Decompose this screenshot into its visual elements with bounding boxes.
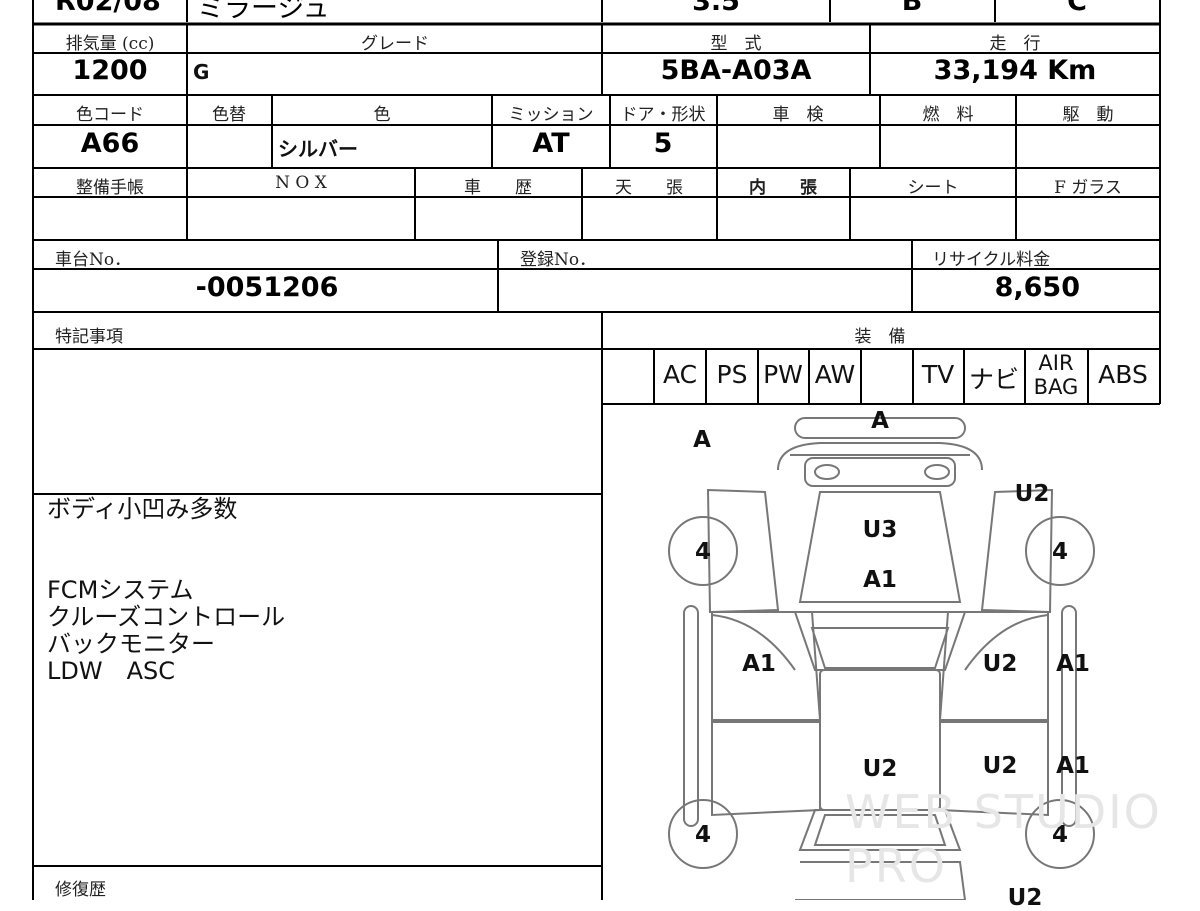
fuel-label: 燃 料 — [922, 105, 974, 125]
equipment-item-pw: PW — [763, 360, 803, 389]
grade-label: グレード — [361, 34, 429, 54]
nox-label: N O X — [275, 173, 327, 193]
note-line: LDW ASC — [47, 657, 175, 685]
note-line: バックモニター — [47, 630, 215, 658]
color-code-label: 色コード — [76, 105, 144, 125]
date-value: R02/08 — [55, 0, 161, 17]
mileage-label: 走 行 — [989, 34, 1041, 54]
equipment-item-airbag: AIR BAG — [1033, 351, 1079, 399]
repair-history-label: 修復歴 — [55, 880, 106, 900]
model-code-label: 型 式 — [710, 34, 762, 54]
wheel-rear-left: 4 — [694, 822, 712, 848]
chassis-number-value: -0051206 — [195, 272, 339, 303]
damage-right-front-door: U2 — [982, 651, 1018, 677]
mileage-value: 33,194 Km — [933, 55, 1097, 86]
score-value: 3.5 — [692, 0, 740, 17]
transmission-label: ミッション — [508, 105, 594, 125]
color-code-value: A66 — [80, 128, 140, 159]
damage-left-front-door: A1 — [742, 651, 776, 677]
damage-front-left: A — [693, 427, 711, 453]
recycle-fee-label: リサイクル料金 — [932, 250, 1051, 270]
equipment-item-aw: AW — [814, 360, 856, 389]
note-line: クルーズコントロール — [47, 603, 286, 631]
color-value: シルバー — [278, 137, 358, 161]
exterior-grade-value: C — [1067, 0, 1087, 17]
damage-windshield: U3 — [862, 517, 898, 543]
displacement-value: 1200 — [72, 55, 148, 86]
inspection-label: 車 検 — [772, 105, 824, 125]
door-value: 5 — [653, 128, 673, 159]
equipment-label: 装 備 — [854, 327, 906, 347]
recycle-fee-value: 8,650 — [994, 272, 1080, 303]
interior-trim-label: 内 張 — [749, 178, 817, 198]
wheel-front-left: 4 — [694, 539, 712, 565]
transmission-value: AT — [532, 128, 570, 159]
damage-roof: U2 — [862, 756, 898, 782]
watermark: WEB STUDIO PRO — [845, 785, 1162, 893]
seat-label: シート — [907, 178, 959, 198]
equipment-item-abs: ABS — [1098, 360, 1148, 389]
color-label: 色 — [373, 105, 391, 125]
chassis-number-label: 車台No． — [55, 250, 132, 270]
damage-right-front-door-lower: A1 — [1056, 651, 1090, 677]
car-inspection-diagram — [668, 417, 1095, 900]
registration-number-label: 登録No． — [520, 250, 597, 270]
maintenance-book-label: 整備手帳 — [76, 178, 144, 198]
wheel-front-right: 4 — [1051, 539, 1069, 565]
drive-label: 駆 動 — [1062, 105, 1114, 125]
damage-right-rear-door-lower: A1 — [1056, 753, 1090, 779]
grade-value: G — [193, 60, 210, 84]
door-shape-label: ドア・形状 — [620, 105, 706, 125]
equipment-item-ps: PS — [716, 360, 748, 389]
note-line: ボディ小凹み多数 — [47, 495, 238, 523]
equipment-item-tv: TV — [921, 360, 955, 389]
damage-right-rear-door: U2 — [982, 753, 1018, 779]
vehicle-history-label: 車 歴 — [464, 178, 532, 198]
displacement-label: 排気量 (cc) — [65, 34, 155, 54]
special-notes-label: 特記事項 — [55, 327, 123, 347]
interior-grade-value: B — [901, 0, 923, 17]
special-notes-list: ボディ小凹み多数 FCMシステム クルーズコントロール バックモニター LDW … — [47, 496, 285, 685]
note-line: FCMシステム — [47, 576, 194, 604]
note-line — [47, 550, 285, 577]
damage-hood: A1 — [863, 567, 897, 593]
equipment-item-ac: AC — [662, 360, 698, 389]
color-change-label: 色替 — [212, 105, 246, 125]
damage-right-fender: U2 — [1014, 481, 1050, 507]
model-value: ミラージュ — [197, 0, 330, 24]
ceiling-label: 天 張 — [615, 178, 683, 198]
front-glass-label: F ガラス — [1054, 178, 1122, 198]
model-code-value: 5BA-A03A — [660, 55, 812, 86]
equipment-item-navi: ナビ — [968, 365, 1020, 394]
damage-front-bumper: A — [871, 408, 889, 434]
note-line — [47, 523, 285, 550]
